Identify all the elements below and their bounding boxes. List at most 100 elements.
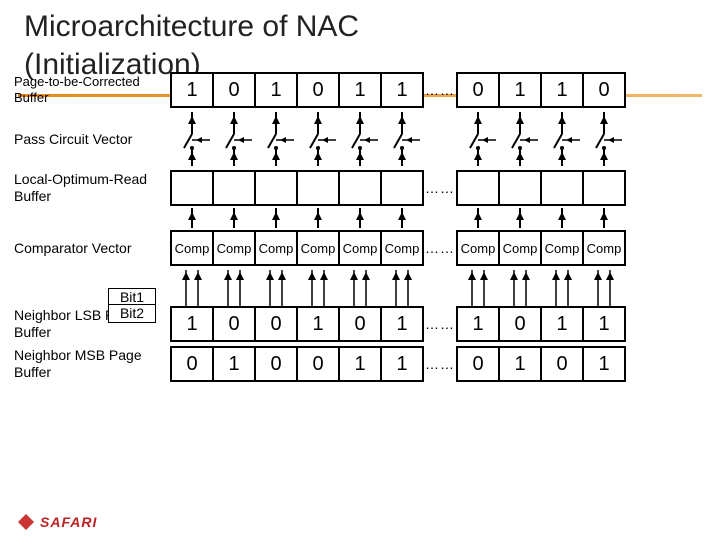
ptbc-right-cells: 0 1 1 0 xyxy=(456,72,626,108)
lsb-cell: 1 xyxy=(540,306,584,342)
label-local-top: Local-Optimum-Read xyxy=(14,171,147,187)
local-cell xyxy=(380,170,424,206)
switch-icon xyxy=(212,112,256,166)
comp-cell: Comp xyxy=(498,230,542,266)
label-msb-bot: Buffer xyxy=(14,364,51,380)
double-arrow-up-icon xyxy=(498,270,542,306)
label-ptbc-top: Page-to-be-Corrected xyxy=(14,74,140,89)
arrow-down-icon xyxy=(540,208,584,232)
switch-icon xyxy=(380,112,424,166)
local-cell xyxy=(254,170,298,206)
slide-title-line1: Microarchitecture of NAC xyxy=(0,0,720,44)
local-cell xyxy=(296,170,340,206)
arrow-down-icon xyxy=(456,208,500,232)
ellipsis-icon: …… xyxy=(424,356,456,372)
comp-cell: Comp xyxy=(212,230,256,266)
label-msb-top: Neighbor MSB Page xyxy=(14,347,142,363)
local-cell xyxy=(170,170,214,206)
comp-cell: Comp xyxy=(254,230,298,266)
double-arrow-up-icon xyxy=(456,270,500,306)
ptbc-cell: 0 xyxy=(212,72,256,108)
lsb-right-cells: 1 0 1 1 xyxy=(456,306,626,342)
switch-icon xyxy=(338,112,382,166)
row-comp: Comparator Vector Comp Comp Comp Comp Co… xyxy=(0,230,720,266)
comp-right-cells: Comp Comp Comp Comp xyxy=(456,230,626,266)
local-right-cells xyxy=(456,170,626,206)
msb-right-cells: 0 1 0 1 xyxy=(456,346,626,382)
switch-icon xyxy=(582,112,626,166)
double-arrow-up-icon xyxy=(540,270,584,306)
label-ptbc-bot: Buffer xyxy=(14,90,48,105)
msb-cell: 0 xyxy=(254,346,298,382)
switch-icon xyxy=(254,112,298,166)
msb-cell: 0 xyxy=(456,346,500,382)
lsb-cell: 0 xyxy=(212,306,256,342)
ptbc-cell: 1 xyxy=(380,72,424,108)
lsb-left-cells: 1 0 0 1 0 1 xyxy=(170,306,424,342)
ellipsis-icon: …… xyxy=(424,240,456,256)
switch-icon xyxy=(540,112,584,166)
comp-cell: Comp xyxy=(380,230,424,266)
label-local: Local-Optimum-Read Buffer xyxy=(0,171,170,205)
msb-cell: 0 xyxy=(170,346,214,382)
lsb-cell: 1 xyxy=(582,306,626,342)
ptbc-cell: 1 xyxy=(170,72,214,108)
safari-logo-icon xyxy=(18,514,34,530)
ptbc-cell: 0 xyxy=(296,72,340,108)
ellipsis-icon: …… xyxy=(424,180,456,196)
ptbc-left-cells: 1 0 1 0 1 1 xyxy=(170,72,424,108)
comp-left-cells: Comp Comp Comp Comp Comp Comp xyxy=(170,230,424,266)
arrow-down-icon xyxy=(380,208,424,232)
safari-logo: SAFARI xyxy=(18,514,97,530)
label-lsb-bot: Buffer xyxy=(14,324,51,340)
label-msb: Neighbor MSB Page Buffer xyxy=(0,347,170,381)
ptbc-cell: 1 xyxy=(498,72,542,108)
lsb-cell: 1 xyxy=(380,306,424,342)
arrow-down-icon xyxy=(338,208,382,232)
row-local: Local-Optimum-Read Buffer …… xyxy=(0,170,720,206)
msb-cell: 0 xyxy=(540,346,584,382)
row-ptbc: Page-to-be-Corrected Buffer 1 0 1 0 1 1 … xyxy=(0,72,720,108)
msb-cell: 1 xyxy=(498,346,542,382)
arrow-down-icon xyxy=(582,208,626,232)
label-local-bot: Buffer xyxy=(14,188,51,204)
comp-cell: Comp xyxy=(582,230,626,266)
comp-cell: Comp xyxy=(170,230,214,266)
pass-right-switches xyxy=(456,112,626,166)
local-cell xyxy=(582,170,626,206)
lsb-cell: 0 xyxy=(338,306,382,342)
ptbc-cell: 1 xyxy=(254,72,298,108)
lsb-cell: 1 xyxy=(170,306,214,342)
comp-cell: Comp xyxy=(296,230,340,266)
arrow-down-icon xyxy=(212,208,256,232)
arrow-down-icon xyxy=(498,208,542,232)
double-arrow-up-icon xyxy=(212,270,256,306)
msb-cell: 1 xyxy=(380,346,424,382)
double-arrow-up-icon xyxy=(254,270,298,306)
arrow-down-icon xyxy=(296,208,340,232)
local-cell xyxy=(498,170,542,206)
row-msb: Neighbor MSB Page Buffer 0 1 0 0 1 1 …… … xyxy=(0,346,720,382)
double-arrow-up-icon xyxy=(296,270,340,306)
arrows-local-comp xyxy=(0,210,720,230)
arrows-comp-lsb: Bit1 Bit2 xyxy=(0,270,720,306)
local-cell xyxy=(212,170,256,206)
ellipsis-icon: …… xyxy=(424,82,456,98)
msb-cell: 1 xyxy=(582,346,626,382)
lsb-cell: 0 xyxy=(254,306,298,342)
msb-cell: 1 xyxy=(338,346,382,382)
double-arrow-up-icon xyxy=(582,270,626,306)
switch-icon xyxy=(456,112,500,166)
nac-diagram: Page-to-be-Corrected Buffer 1 0 1 0 1 1 … xyxy=(0,72,720,386)
lsb-cell: 1 xyxy=(296,306,340,342)
double-arrow-up-icon xyxy=(338,270,382,306)
msb-cell: 0 xyxy=(296,346,340,382)
lsb-cell: 0 xyxy=(498,306,542,342)
ptbc-cell: 1 xyxy=(540,72,584,108)
lsb-cell: 1 xyxy=(456,306,500,342)
ptbc-cell: 1 xyxy=(338,72,382,108)
ptbc-cell: 0 xyxy=(582,72,626,108)
comp-cell: Comp xyxy=(456,230,500,266)
arrow-down-icon xyxy=(170,208,214,232)
label-ptbc: Page-to-be-Corrected Buffer xyxy=(0,74,170,105)
